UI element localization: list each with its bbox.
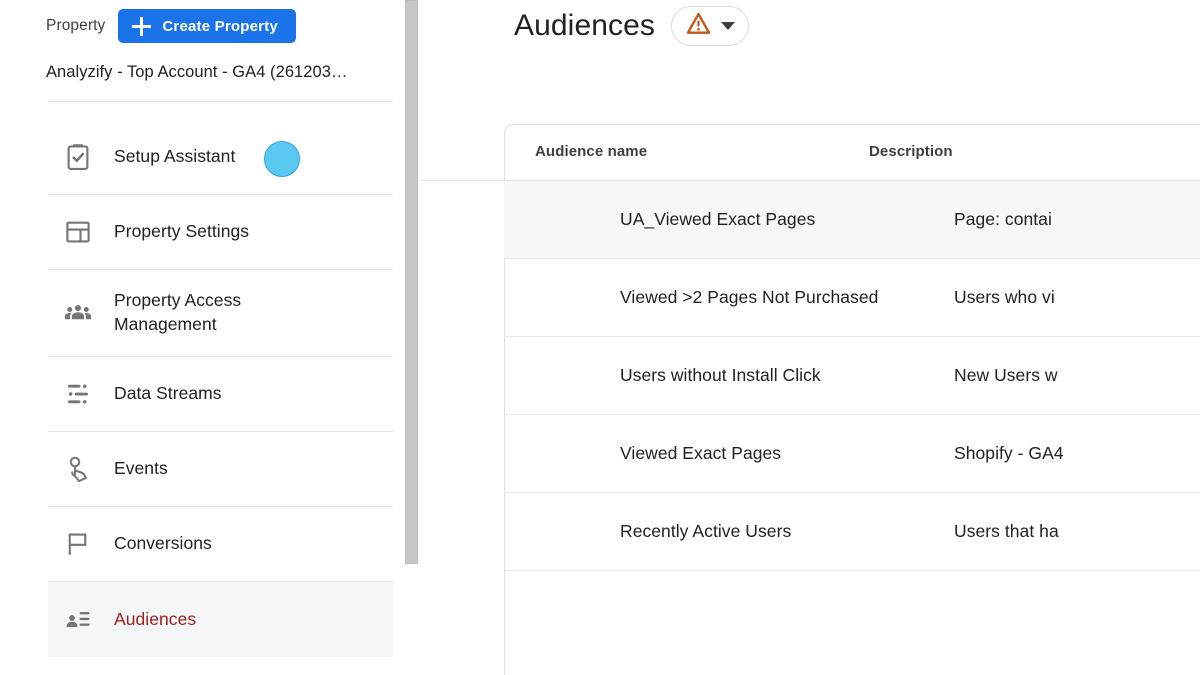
chevron-down-icon (721, 22, 735, 30)
audiences-table-header: Audience name Description (419, 124, 1200, 181)
cell-description: Users who vi (954, 287, 1200, 308)
description-text: Users who vi (954, 287, 1055, 307)
table-row[interactable]: UA_Viewed Exact Pages Page: contai (504, 181, 1200, 259)
column-header-audience-name[interactable]: Audience name (535, 143, 647, 160)
sidebar-item-label: Events (114, 458, 168, 479)
sidebar-nav-list: Setup Assistant Property Settings Proper… (0, 120, 404, 657)
cell-audience-name: Recently Active Users (504, 521, 954, 542)
ga4-admin-screen: Property Create Property Analyzify - Top… (0, 0, 1200, 675)
layout-panel-icon (62, 217, 93, 248)
description-text: Shopify - GA4 (954, 443, 1064, 463)
sidebar-item-events[interactable]: Events (48, 432, 393, 507)
audience-name-text: Viewed Exact Pages (620, 443, 782, 463)
create-property-label: Create Property (162, 17, 278, 35)
description-text: Users that ha (954, 521, 1059, 541)
data-streams-icon (62, 379, 93, 410)
account-property-name[interactable]: Analyzify - Top Account - GA4 (261203… (46, 63, 348, 82)
people-group-icon (62, 298, 93, 329)
cell-description: Page: contai (954, 209, 1200, 230)
sidebar-item-label: Property Access Management (114, 290, 242, 334)
audiences-table-body: UA_Viewed Exact Pages Page: contai Viewe… (504, 181, 1200, 571)
table-row[interactable]: Viewed >2 Pages Not Purchased Users who … (504, 259, 1200, 337)
audience-name-text: Users without Install Click (620, 365, 821, 385)
cell-description: New Users w (954, 365, 1200, 386)
sidebar-item-audiences[interactable]: Audiences (48, 582, 393, 657)
audience-name-text: UA_Viewed Exact Pages (620, 209, 816, 229)
sidebar-top-divider (48, 101, 393, 102)
setup-assistant-badge-dot[interactable] (264, 141, 300, 177)
sidebar-item-label: Conversions (114, 533, 212, 554)
sidebar-scrollbar-thumb[interactable] (405, 0, 418, 564)
sidebar-item-setup-assistant[interactable]: Setup Assistant (48, 120, 393, 195)
column-header-audience-name-cell: Audience name (419, 143, 869, 161)
flag-icon (62, 529, 93, 560)
table-row[interactable]: Viewed Exact Pages Shopify - GA4 (504, 415, 1200, 493)
table-row[interactable]: Users without Install Click New Users w (504, 337, 1200, 415)
sidebar-item-label: Data Streams (114, 383, 222, 404)
warning-triangle-icon (685, 11, 712, 41)
clipboard-check-icon (62, 142, 93, 173)
cell-audience-name: Users without Install Click (504, 365, 954, 386)
tap-hand-icon (62, 454, 93, 485)
sidebar-item-data-streams[interactable]: Data Streams (48, 357, 393, 432)
description-text: New Users w (954, 365, 1058, 385)
property-sidebar: Property Create Property Analyzify - Top… (0, 0, 404, 675)
cell-audience-name: Viewed >2 Pages Not Purchased (504, 287, 954, 308)
sidebar-item-label: Setup Assistant (114, 146, 236, 167)
cell-audience-name: UA_Viewed Exact Pages (504, 209, 954, 230)
property-label: Property (46, 17, 106, 34)
sidebar-item-conversions[interactable]: Conversions (48, 507, 393, 582)
page-header: Audiences (514, 6, 749, 46)
description-text: Page: contai (954, 209, 1052, 229)
cell-description: Shopify - GA4 (954, 443, 1200, 464)
sidebar-item-label: Property Settings (114, 221, 250, 242)
sidebar-item-property-settings[interactable]: Property Settings (48, 195, 393, 270)
cell-audience-name: Viewed Exact Pages (504, 443, 954, 464)
page-title: Audiences (514, 9, 655, 42)
plus-icon (132, 16, 152, 36)
create-property-button[interactable]: Create Property (118, 9, 296, 43)
column-header-description-cell: Description (869, 143, 1200, 161)
audience-name-text: Recently Active Users (620, 521, 792, 541)
main-content: Audiences Audience name Description UA_V… (419, 0, 1200, 675)
property-header: Property Create Property (46, 9, 296, 43)
status-warning-dropdown[interactable] (671, 6, 749, 46)
audience-person-list-icon (62, 604, 93, 635)
audience-name-text: Viewed >2 Pages Not Purchased (620, 287, 879, 307)
sidebar-item-property-access-management[interactable]: Property Access Management (48, 270, 393, 357)
table-row[interactable]: Recently Active Users Users that ha (504, 493, 1200, 571)
column-header-description[interactable]: Description (869, 143, 953, 160)
sidebar-item-label: Audiences (114, 608, 197, 629)
cell-description: Users that ha (954, 521, 1200, 542)
